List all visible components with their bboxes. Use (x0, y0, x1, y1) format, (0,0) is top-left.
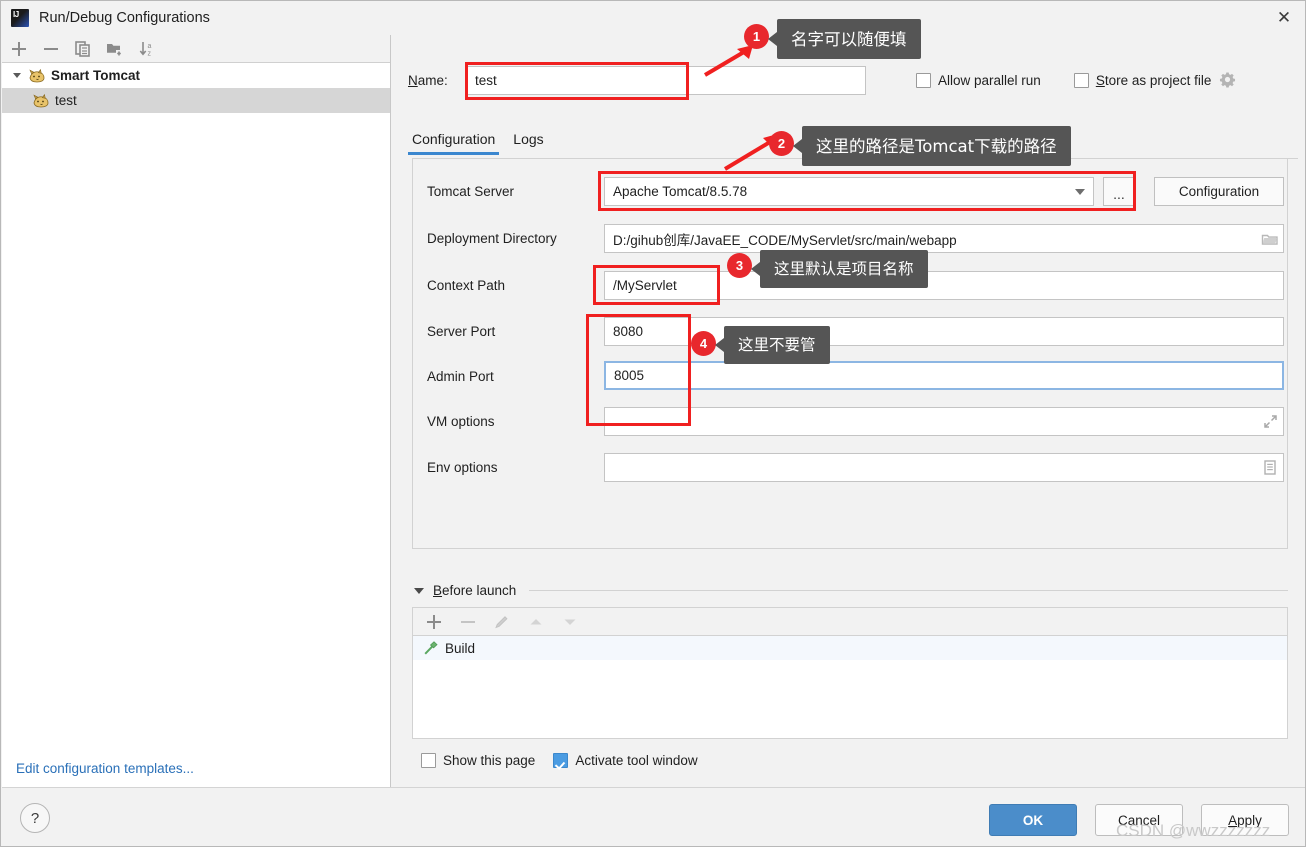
arrow-down-icon[interactable] (561, 613, 579, 631)
tree-group-smart-tomcat[interactable]: Smart Tomcat (2, 63, 390, 88)
copy-configuration-button[interactable] (74, 40, 92, 58)
list-item-label: Build (445, 640, 476, 656)
show-this-page-row[interactable]: Show this page (421, 753, 535, 768)
arrow-up-icon[interactable] (527, 613, 545, 631)
tree-group-label: Smart Tomcat (51, 68, 141, 83)
chevron-down-icon[interactable] (1067, 178, 1093, 205)
remove-task-button[interactable] (459, 613, 477, 631)
list-item[interactable]: Build (413, 636, 1287, 660)
tomcat-server-combobox[interactable]: Apache Tomcat/8.5.78 (604, 177, 1094, 206)
before-launch-toolbar (412, 607, 1288, 635)
tomcat-server-label: Tomcat Server (427, 184, 515, 199)
context-path-label: Context Path (427, 278, 506, 293)
annotation-tooltip-4: 这里不要管 (715, 326, 830, 364)
tomcat-cat-icon (32, 93, 50, 109)
edit-configuration-templates-link[interactable]: Edit configuration templates... (16, 761, 194, 776)
admin-port-label: Admin Port (427, 369, 494, 384)
tomcat-server-browse-button[interactable]: ... (1103, 177, 1135, 206)
folder-add-icon[interactable] (106, 40, 124, 58)
run-debug-configurations-dialog: Run/Debug Configurations ✕ (0, 0, 1306, 847)
pencil-icon[interactable] (493, 613, 511, 631)
store-as-project-file-label: Store as project file (1095, 72, 1212, 88)
name-row: Name: test Allow parallel run Store as p… (408, 63, 1298, 97)
allow-parallel-run-label: Allow parallel run (938, 72, 1041, 88)
activate-tool-window-row[interactable]: Activate tool window (553, 753, 698, 768)
store-as-project-file-row[interactable]: Store as project file (1073, 72, 1212, 88)
add-task-button[interactable] (425, 613, 443, 631)
server-port-label: Server Port (427, 324, 496, 339)
window-title: Run/Debug Configurations (39, 10, 210, 26)
env-options-label: Env options (427, 460, 498, 475)
watermark: CSDN @wwzzzzzzz (1116, 821, 1271, 840)
configuration-form: Tomcat Server Apache Tomcat/8.5.78 ... C… (412, 159, 1288, 549)
activate-tool-window-label: Activate tool window (575, 753, 698, 768)
dialog-footer: ? OK Cancel Apply (2, 787, 1305, 846)
show-this-page-label: Show this page (443, 753, 536, 768)
tab-configuration[interactable]: Configuration (407, 131, 500, 155)
vm-options-input[interactable] (604, 407, 1284, 436)
folder-browse-icon[interactable] (1257, 225, 1283, 252)
allow-parallel-run-checkbox[interactable] (916, 72, 931, 88)
intellij-idea-logo-icon (11, 9, 29, 27)
edit-configuration-templates-footer: Edit configuration templates... (2, 749, 390, 787)
annotation-badge-2: 2 (769, 131, 794, 156)
server-port-value: 8080 (613, 324, 644, 339)
before-launch-divider (529, 589, 1288, 591)
context-path-input[interactable]: /MyServlet (604, 271, 1284, 300)
before-launch-title: Before launch (433, 582, 517, 598)
hammer-icon (423, 640, 439, 656)
configurations-tree: Smart Tomcat test (2, 63, 390, 113)
remove-configuration-button[interactable] (42, 40, 60, 58)
bottom-checkboxes: Show this page Activate tool window (421, 753, 698, 768)
ok-button[interactable]: OK (989, 804, 1077, 836)
gear-dropdown-icon[interactable] (1219, 71, 1237, 89)
name-label: Name: (408, 72, 448, 88)
sort-alphabetical-icon[interactable]: a z (138, 40, 156, 58)
close-icon[interactable]: ✕ (1261, 1, 1305, 35)
tomcat-server-value: Apache Tomcat/8.5.78 (613, 184, 748, 199)
tab-logs[interactable]: Logs (513, 131, 543, 155)
context-path-value: /MyServlet (613, 278, 677, 293)
tree-item-test[interactable]: test (2, 88, 390, 113)
annotation-tooltip-1: 名字可以随便填 (768, 19, 921, 59)
show-this-page-checkbox[interactable] (421, 753, 436, 768)
question-mark-icon[interactable]: ? (20, 803, 50, 833)
document-edit-icon[interactable] (1257, 454, 1283, 481)
expand-diagonal-icon[interactable] (1257, 408, 1283, 435)
deployment-directory-label: Deployment Directory (427, 231, 557, 246)
chevron-down-icon[interactable] (10, 69, 24, 83)
env-options-input[interactable] (604, 453, 1284, 482)
activate-tool-window-checkbox[interactable] (553, 753, 569, 768)
admin-port-value: 8005 (614, 368, 645, 383)
configurations-toolbar: a z (2, 35, 390, 63)
annotation-badge-1: 1 (744, 24, 769, 49)
svg-text:a: a (148, 43, 152, 50)
chevron-down-icon[interactable] (412, 583, 426, 597)
annotation-tooltip-3: 这里默认是项目名称 (751, 250, 928, 288)
configurations-panel: a z Smart Tomcat test Edit configuration… (2, 35, 391, 787)
admin-port-input[interactable]: 8005 (604, 361, 1284, 390)
vm-options-label: VM options (427, 414, 495, 429)
tomcat-configuration-button[interactable]: Configuration (1154, 177, 1284, 206)
tree-item-label: test (55, 93, 77, 108)
deployment-directory-value: D:/gihub创库/JavaEE_CODE/MyServlet/src/mai… (613, 232, 957, 248)
store-as-project-file-checkbox[interactable] (1073, 72, 1089, 88)
before-launch-task-list: Build (412, 635, 1288, 739)
annotation-tooltip-2: 这里的路径是Tomcat下载的路径 (793, 126, 1071, 166)
before-launch-header[interactable]: Before launch (412, 579, 1288, 601)
svg-text:z: z (148, 50, 152, 57)
allow-parallel-run-row[interactable]: Allow parallel run (916, 72, 1041, 88)
annotation-badge-3: 3 (727, 253, 752, 278)
title-bar: Run/Debug Configurations ✕ (1, 1, 1305, 35)
tomcat-cat-icon (28, 68, 46, 84)
add-configuration-button[interactable] (10, 40, 28, 58)
deployment-directory-input[interactable]: D:/gihub创库/JavaEE_CODE/MyServlet/src/mai… (604, 224, 1284, 253)
name-input[interactable]: test (466, 65, 866, 95)
annotation-badge-4: 4 (691, 331, 716, 356)
name-input-value: test (475, 72, 497, 88)
